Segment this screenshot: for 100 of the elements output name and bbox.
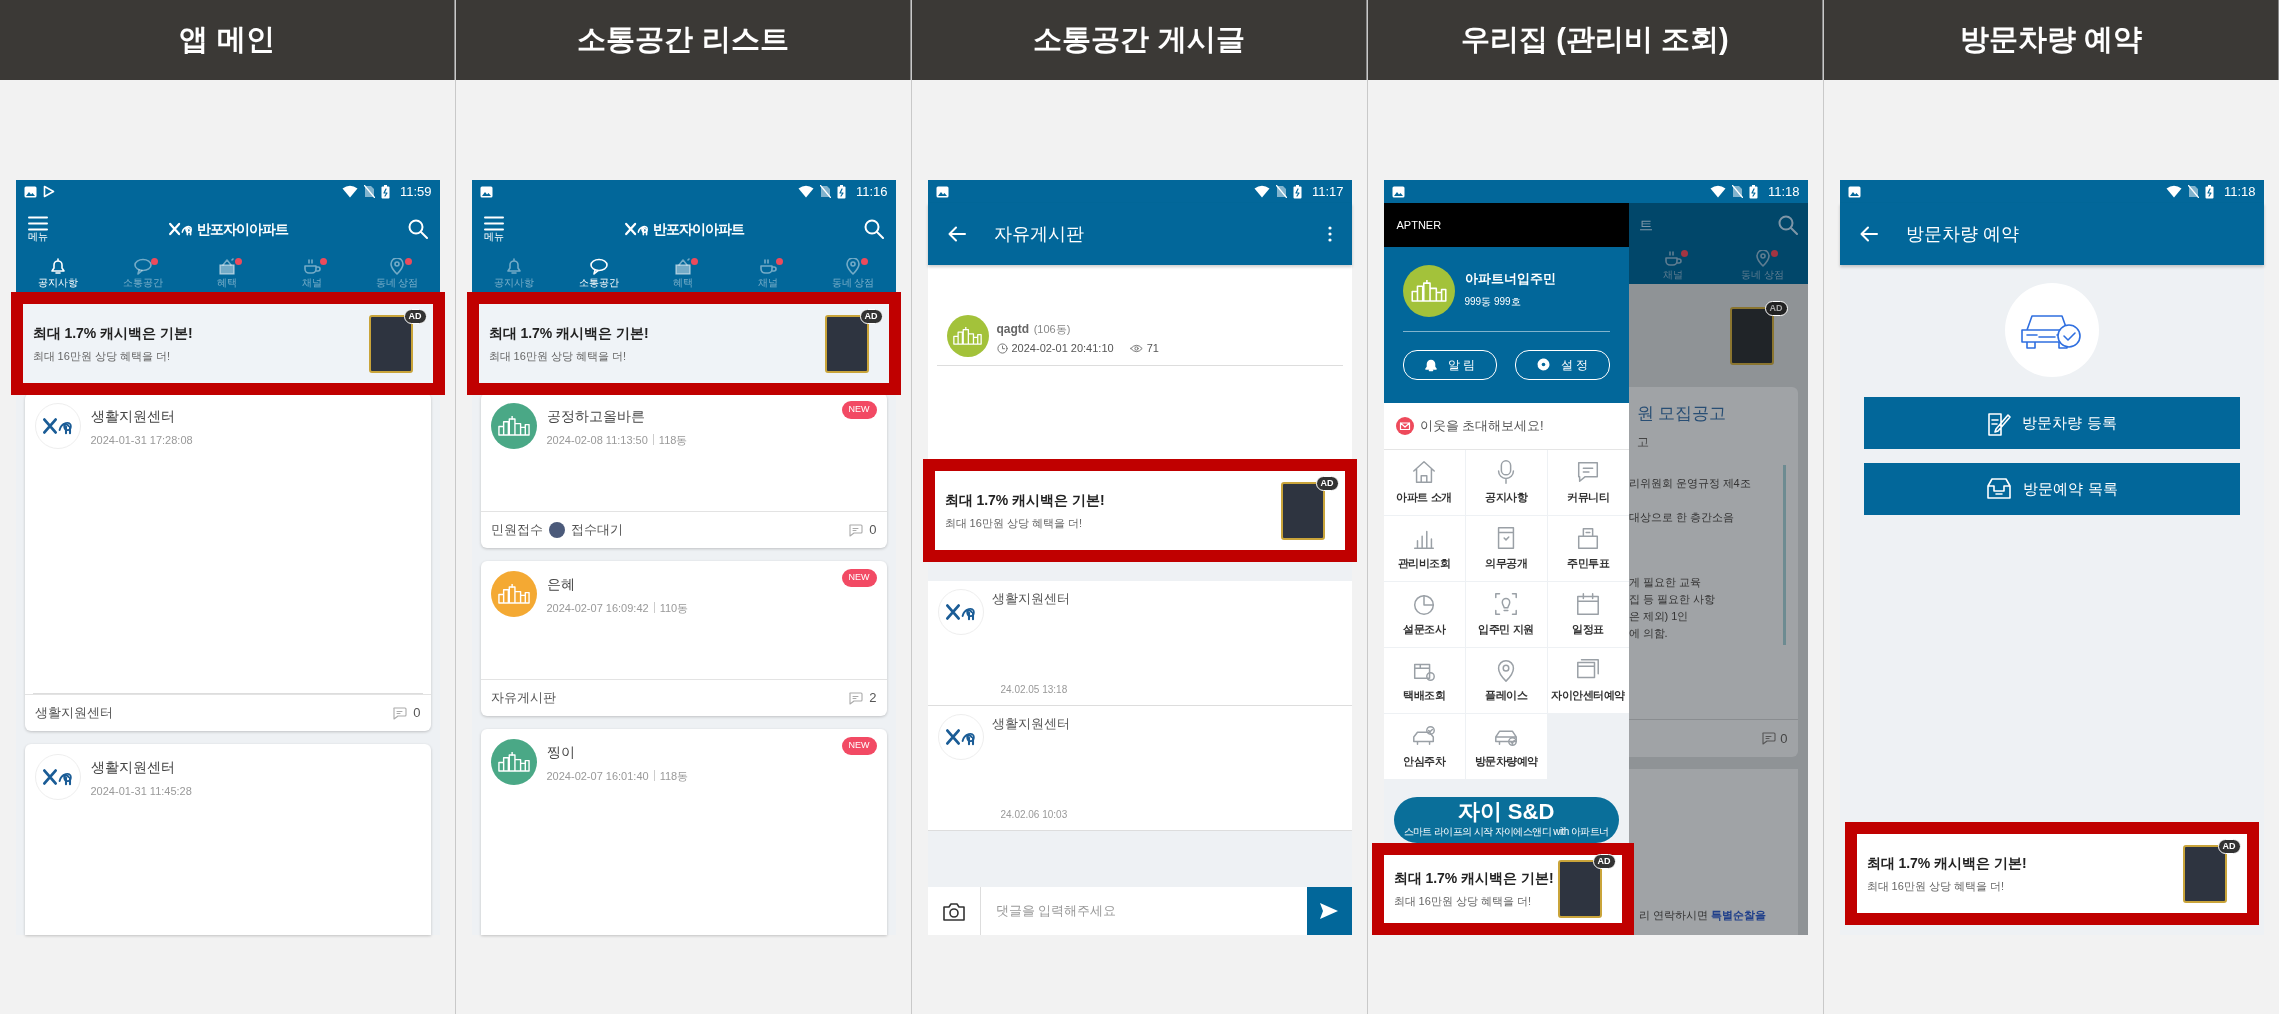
no-sim-icon: [1275, 185, 1287, 198]
image-icon: [935, 185, 949, 198]
menu-item[interactable]: 플레이스: [1465, 647, 1547, 713]
send-button[interactable]: [1306, 887, 1352, 935]
more-vertical-icon: [1327, 226, 1332, 242]
promo-caption: 스마트 라이프의 시작 자이에스앤디 with 아파트너: [1403, 825, 1609, 839]
menu-item[interactable]: 입주민 지원: [1465, 581, 1547, 647]
ad-title: 최대 1.7% 캐시백은 기본!: [488, 323, 650, 343]
post-date: 2024-02-07 16:09:42: [546, 602, 649, 614]
menu-item[interactable]: 설문조사: [1383, 581, 1465, 647]
logo-icon: [41, 768, 74, 786]
ad-title: 최대 1.7% 캐시백은 기본!: [944, 490, 1106, 510]
ballot-box-icon: [1575, 525, 1601, 552]
search-icon: [1777, 215, 1798, 235]
ad-badge: AD: [403, 308, 427, 324]
view-count: 71: [1146, 340, 1159, 356]
back-arrow-icon: [1859, 226, 1878, 242]
menu-item[interactable]: 아파트 소개: [1383, 449, 1465, 515]
image-icon: [1391, 185, 1405, 198]
author-name: 공정하고올바른: [546, 407, 646, 426]
building-icon: [1410, 279, 1447, 302]
search-icon: [407, 219, 428, 239]
pill-button[interactable]: 설 정: [1515, 349, 1610, 380]
ad-subtitle: 최대 16만원 상당 혜택을 더!: [488, 348, 628, 364]
menu-item[interactable]: 커뮤니티: [1547, 449, 1629, 515]
comment-count: 2: [869, 689, 877, 708]
eye-icon: [1129, 343, 1143, 353]
invite-button[interactable]: 이웃을 초대해보세요!: [1383, 403, 1629, 450]
map-pin-icon: [844, 258, 863, 275]
house-icon: [1411, 459, 1437, 486]
post-card[interactable]: 생활지원센터 2024-01-31 11:45:28: [24, 744, 431, 935]
menu-item[interactable]: 공지사항: [1465, 449, 1547, 515]
tab[interactable]: 공지사항: [15, 255, 101, 292]
ad-badge: AD: [1764, 300, 1788, 316]
author-name: 은혜: [546, 575, 576, 594]
author-name: 찡이: [546, 743, 576, 762]
camera-button[interactable]: [927, 887, 981, 935]
menu-item[interactable]: 자이안센터예약: [1547, 647, 1629, 713]
ad-title: 최대 1.7% 캐시백은 기본!: [32, 323, 194, 343]
text-line: 에 의함.: [1628, 625, 1669, 641]
wifi-icon: [2165, 185, 2182, 198]
play-icon: [42, 185, 55, 198]
comment-date: 24.02.05 13:18: [999, 683, 1069, 697]
post-card[interactable]: 은혜 2024-02-07 16:09:42 110동 NEW 자유게시판 2: [480, 561, 887, 716]
logo-icon: [41, 417, 74, 435]
post-card[interactable]: 찡이 2024-02-07 16:01:40 118동 NEW: [480, 729, 887, 935]
pill-button[interactable]: 알 림: [1402, 349, 1497, 380]
bell-icon: [1424, 357, 1439, 372]
user-unit: 999동 999호: [1464, 296, 1521, 308]
image-icon: [479, 185, 493, 198]
ad-banner[interactable]: 최대 1.7% 캐시백은 기본! 최대 16만원 상당 혜택을 더! AD: [1856, 834, 2247, 913]
menu-item[interactable]: 방문차량예약: [1465, 713, 1547, 779]
battery-icon: [1292, 184, 1302, 199]
post-date: 2024-01-31 11:45:28: [90, 785, 192, 797]
back-arrow-icon: [947, 226, 966, 242]
post-card[interactable]: 생활지원센터 2024-01-31 17:28:08 생활지원센터 0: [24, 393, 431, 731]
text-line: 게 필요한 교육: [1628, 574, 1702, 590]
battery-icon: [1748, 184, 1758, 199]
ad-badge: AD: [859, 308, 883, 324]
menu-button[interactable]: 메뉴: [481, 214, 506, 244]
board-label: 자유게시판: [490, 689, 556, 708]
comment-icon: [392, 706, 408, 720]
ad-banner[interactable]: 최대 1.7% 캐시백은 기본! 최대 16만원 상당 혜택을 더! AD: [934, 471, 1345, 550]
menu-item[interactable]: 택배조회: [1383, 647, 1465, 713]
calendar-icon: [1575, 591, 1601, 618]
lightbulb-icon: [1493, 591, 1519, 618]
status-time: 11:17: [1311, 182, 1344, 201]
text-line: 리위원회 운영규정 제4조: [1628, 475, 1752, 491]
text-line: 리 연락하시면 특별순찰을: [1638, 907, 1766, 923]
status-time: 11:59: [399, 182, 432, 201]
no-sim-icon: [819, 185, 831, 198]
menu-item[interactable]: 주민투표: [1547, 515, 1629, 581]
tab[interactable]: 소통공간: [556, 255, 642, 292]
menu-button[interactable]: 메뉴: [25, 214, 50, 244]
search-icon: [863, 219, 884, 239]
map-pin-icon: [1753, 250, 1772, 267]
action-button[interactable]: 방문차량 등록: [1863, 397, 2240, 449]
wifi-icon: [341, 185, 358, 198]
post-card[interactable]: 공정하고올바른 2024-02-08 11:13:50 118동 NEW 민원접수 접수대기 0: [480, 393, 887, 548]
post-date: 2024-02-07 16:01:40: [546, 770, 649, 782]
coffee-cup-icon: [1664, 250, 1683, 267]
comment-icon: [1761, 732, 1777, 745]
comment-icon: [848, 691, 864, 705]
action-button[interactable]: 방문예약 목록: [1863, 463, 2240, 515]
ad-subtitle: 최대 16만원 상당 혜택을 더!: [32, 348, 172, 364]
ad-banner[interactable]: 최대 1.7% 캐시백은 기본! 최대 16만원 상당 혜택을 더! AD: [1383, 855, 1622, 923]
promo-banner[interactable]: 자이 S&D 스마트 라이프의 시작 자이에스앤디 with 아파트너: [1393, 796, 1619, 843]
status-label: 접수대기: [570, 521, 623, 540]
column-heading: 방문차량 예약: [1824, 0, 2279, 80]
status-icon: [548, 522, 565, 538]
notice-subtitle: 고: [1635, 433, 1650, 451]
menu-item[interactable]: 관리비조회: [1383, 515, 1465, 581]
menu-item[interactable]: 안심주차: [1383, 713, 1465, 779]
menu-item[interactable]: 일정표: [1547, 581, 1629, 647]
post-date: 2024-02-08 11:13:50: [546, 434, 648, 446]
comment-input[interactable]: 댓글을 입력해주세요: [980, 887, 1307, 935]
app-title: 반포자이아파트: [196, 219, 288, 239]
title-fragment: 트: [1638, 215, 1654, 235]
menu-item[interactable]: 의무공개: [1465, 515, 1547, 581]
column-heading: 소통공간 리스트: [456, 0, 911, 80]
